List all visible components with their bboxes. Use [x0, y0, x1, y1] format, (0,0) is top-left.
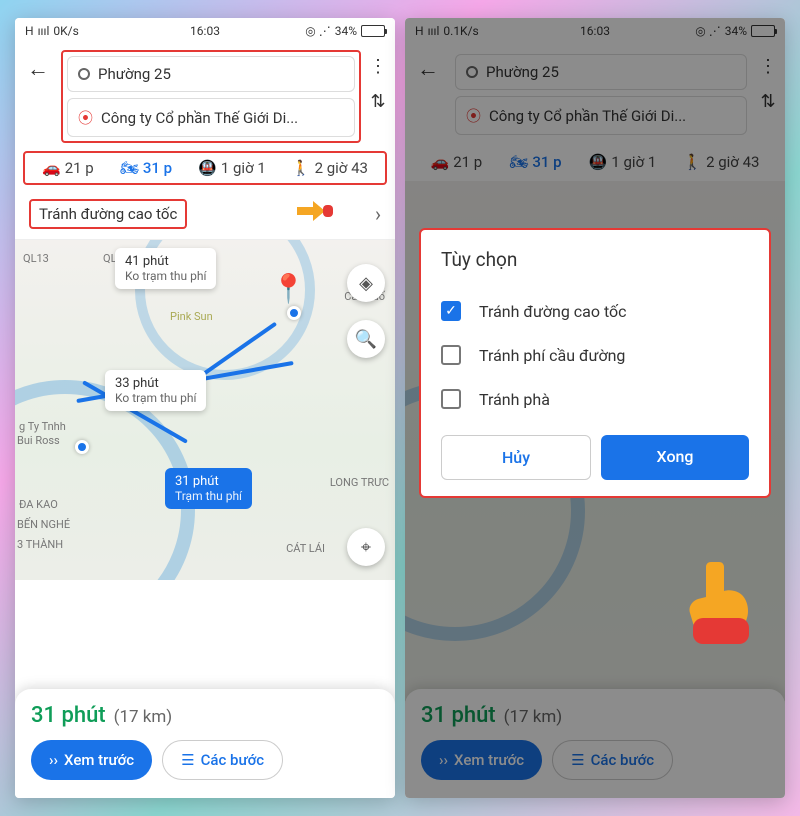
- layers-button[interactable]: ◈: [347, 264, 385, 302]
- map-canvas[interactable]: QL13 QL1A Pink Sun Cầu Suố g Ty Tnhh Bui…: [15, 240, 395, 580]
- back-button[interactable]: ←: [23, 50, 53, 88]
- phone-right: H ıııl 0.1K/s 16:03 ◎ ⋰ 34% ← Phường 25 …: [405, 18, 785, 798]
- start-marker-icon: [78, 68, 90, 80]
- poi-label: LONG TRƯC: [330, 476, 389, 489]
- checkbox-icon[interactable]: [441, 389, 461, 409]
- walk-icon: 🚶: [292, 159, 311, 177]
- route-tooltip-selected[interactable]: 31 phút Trạm thu phí: [165, 468, 252, 509]
- poi-label: BẾN NGHÉ: [17, 518, 70, 531]
- poi-label: Pink Sun: [170, 310, 213, 323]
- trip-duration: 31 phút: [31, 703, 106, 728]
- option-avoid-highways[interactable]: ✓ Tránh đường cao tốc: [441, 289, 749, 333]
- route-point-icon: [75, 440, 89, 454]
- pointer-hand-icon: [295, 193, 335, 237]
- poi-label: g Ty Tnhh: [19, 420, 66, 433]
- battery-icon: [361, 25, 385, 37]
- signal-icon: ıııl: [38, 24, 50, 38]
- chevron-right-icon: ›: [375, 202, 381, 226]
- option-avoid-ferries[interactable]: Tránh phà: [441, 377, 749, 421]
- directions-header: ← Phường 25 ⦿ Công ty Cổ phần Thế Giới D…: [15, 44, 395, 147]
- destination-pin-icon: ⦿: [78, 107, 93, 128]
- network-type: H: [25, 24, 34, 38]
- list-icon: ☰: [181, 751, 194, 769]
- poi-label: 3 THÀNH: [17, 538, 63, 551]
- route-point-icon: [287, 306, 301, 320]
- train-icon: 🚇: [198, 159, 217, 177]
- end-input[interactable]: ⦿ Công ty Cổ phần Thế Giới Di...: [67, 98, 355, 137]
- mode-walk[interactable]: 🚶2 giờ 43: [292, 159, 368, 177]
- mode-car[interactable]: 🚗21 p: [42, 159, 94, 177]
- preview-button[interactable]: ›› Xem trước: [31, 740, 152, 780]
- avoid-highways-label: Tránh đường cao tốc: [29, 199, 187, 229]
- mode-motorbike[interactable]: 🏍31 p: [120, 159, 172, 177]
- wifi-icon: ◎ ⋰: [305, 24, 330, 38]
- option-avoid-tolls[interactable]: Tránh phí cầu đường: [441, 333, 749, 377]
- recenter-button[interactable]: ⌖: [347, 528, 385, 566]
- chevrons-icon: ››: [49, 751, 58, 769]
- status-bar: H ıııl 0K/s 16:03 ◎ ⋰ 34%: [15, 18, 395, 44]
- bottom-sheet[interactable]: 31 phút (17 km) ›› Xem trước ☰ Các bước: [15, 689, 395, 798]
- trip-distance: (17 km): [114, 707, 173, 727]
- search-map-button[interactable]: 🔍: [347, 320, 385, 358]
- route-tooltip[interactable]: 41 phút Ko trạm thu phí: [115, 248, 216, 289]
- options-dialog: Tùy chọn ✓ Tránh đường cao tốc Tránh phí…: [419, 228, 771, 498]
- battery-pct: 34%: [335, 24, 357, 38]
- poi-label: CÁT LÁI: [286, 542, 325, 555]
- checkbox-icon[interactable]: [441, 345, 461, 365]
- start-input[interactable]: Phường 25: [67, 56, 355, 92]
- poi-label: QL13: [23, 252, 49, 265]
- start-text: Phường 25: [98, 65, 171, 83]
- motorbike-icon: 🏍: [120, 159, 139, 177]
- cancel-button[interactable]: Hủy: [441, 435, 591, 480]
- car-icon: 🚗: [42, 159, 61, 177]
- steps-button[interactable]: ☰ Các bước: [162, 740, 283, 780]
- poi-label: ĐA KAO: [19, 498, 58, 511]
- travel-mode-row: 🚗21 p 🏍31 p 🚇1 giờ 1 🚶2 giờ 43: [23, 151, 387, 185]
- checkbox-checked-icon[interactable]: ✓: [441, 301, 461, 321]
- route-inputs: Phường 25 ⦿ Công ty Cổ phần Thế Giới Di.…: [61, 50, 361, 143]
- net-speed: 0K/s: [53, 24, 78, 38]
- avoid-options-row[interactable]: Tránh đường cao tốc ›: [15, 189, 395, 240]
- dialog-title: Tùy chọn: [441, 248, 749, 271]
- mode-transit[interactable]: 🚇1 giờ 1: [198, 159, 266, 177]
- destination-pin-icon: 📍: [271, 272, 306, 305]
- phone-left: H ıııl 0K/s 16:03 ◎ ⋰ 34% ← Phường 25 ⦿ …: [15, 18, 395, 798]
- end-text: Công ty Cổ phần Thế Giới Di...: [101, 109, 298, 127]
- more-menu-button[interactable]: ⋮: [369, 56, 387, 77]
- poi-label: Bui Ross: [17, 434, 60, 447]
- swap-button[interactable]: ⇅: [370, 91, 385, 112]
- clock: 16:03: [190, 24, 220, 38]
- route-tooltip[interactable]: 33 phút Ko trạm thu phí: [105, 370, 206, 411]
- done-button[interactable]: Xong: [601, 435, 749, 480]
